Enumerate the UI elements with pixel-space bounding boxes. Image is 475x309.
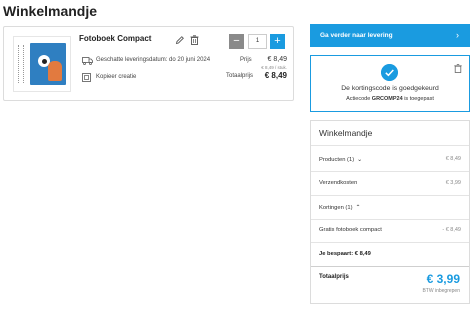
copy-icon[interactable] bbox=[82, 73, 91, 82]
promo-code-suffix: is toegepast bbox=[404, 96, 434, 102]
summary-title: Winkelmandje bbox=[319, 128, 373, 138]
unit-price: € 8,49 / stuk. bbox=[261, 65, 287, 70]
vat-included-text: BTW inbegrepen bbox=[422, 288, 460, 294]
divider bbox=[311, 171, 469, 172]
total-price-value: € 8,49 bbox=[264, 71, 287, 80]
shipping-value: € 3,99 bbox=[445, 180, 461, 186]
cover-figure bbox=[48, 61, 62, 81]
savings-text: Je bespaart: € 8,49 bbox=[319, 251, 371, 257]
divider bbox=[311, 145, 469, 146]
check-icon bbox=[381, 64, 398, 81]
order-summary: Winkelmandje Producten (1) ⌄ € 8,49 Verze… bbox=[310, 120, 470, 304]
product-thumbnail[interactable] bbox=[13, 36, 71, 92]
quantity-input[interactable]: 1 bbox=[248, 34, 267, 49]
chevron-down-icon: ⌄ bbox=[357, 157, 363, 163]
trash-icon[interactable] bbox=[190, 35, 199, 45]
discount-item-label: Gratis fotoboek compact bbox=[319, 227, 382, 233]
edit-icon[interactable] bbox=[175, 35, 185, 45]
summary-total-value: € 3,99 bbox=[426, 272, 460, 286]
truck-icon bbox=[82, 57, 93, 65]
price-label: Prijs bbox=[240, 57, 252, 63]
promo-code-prefix: Actiecode bbox=[346, 96, 371, 102]
promo-code: GRCOMP24 bbox=[371, 96, 403, 102]
continue-to-delivery-button[interactable]: Ga verder naar levering › bbox=[310, 24, 470, 47]
products-toggle[interactable]: Producten (1) ⌄ bbox=[319, 156, 362, 163]
delivery-date-text: Geschatte leveringsdatum: do 20 juni 202… bbox=[96, 57, 211, 63]
remove-promo-trash-icon[interactable] bbox=[454, 64, 462, 73]
book-cover bbox=[30, 43, 66, 85]
page-title: Winkelmandje bbox=[3, 3, 98, 19]
summary-total-label: Totaalprijs bbox=[319, 274, 349, 280]
divider bbox=[311, 219, 469, 220]
price-value: € 8,49 bbox=[267, 56, 287, 63]
discount-item-value: - € 8,49 bbox=[442, 227, 461, 233]
quantity-decrease-button[interactable]: − bbox=[229, 34, 244, 49]
promo-code-applied: Actiecode GRCOMP24 is toegepast bbox=[311, 96, 469, 102]
promo-success-message: De kortingscode is goedgekeurd bbox=[341, 85, 439, 92]
divider bbox=[311, 266, 469, 267]
discounts-toggle[interactable]: Kortingen (1) ⌃ bbox=[319, 204, 361, 211]
products-label: Producten (1) bbox=[319, 157, 355, 163]
promo-code-panel: De kortingscode is goedgekeurd Actiecode… bbox=[310, 55, 470, 112]
total-price-label: Totaalprijs bbox=[226, 73, 254, 79]
continue-button-label: Ga verder naar levering bbox=[320, 32, 393, 39]
divider bbox=[311, 195, 469, 196]
quantity-increase-button[interactable]: + bbox=[270, 34, 285, 49]
chevron-right-icon: › bbox=[456, 30, 459, 40]
chevron-up-icon: ⌃ bbox=[355, 205, 361, 211]
shipping-label: Verzendkosten bbox=[319, 180, 358, 186]
book-spine bbox=[18, 45, 24, 83]
product-name: Fotoboek Compact bbox=[79, 34, 152, 43]
divider bbox=[311, 242, 469, 243]
discounts-label: Kortingen (1) bbox=[319, 205, 353, 211]
products-value: € 8,49 bbox=[445, 156, 461, 162]
copy-creation-link[interactable]: Kopieer creatie bbox=[96, 74, 136, 80]
